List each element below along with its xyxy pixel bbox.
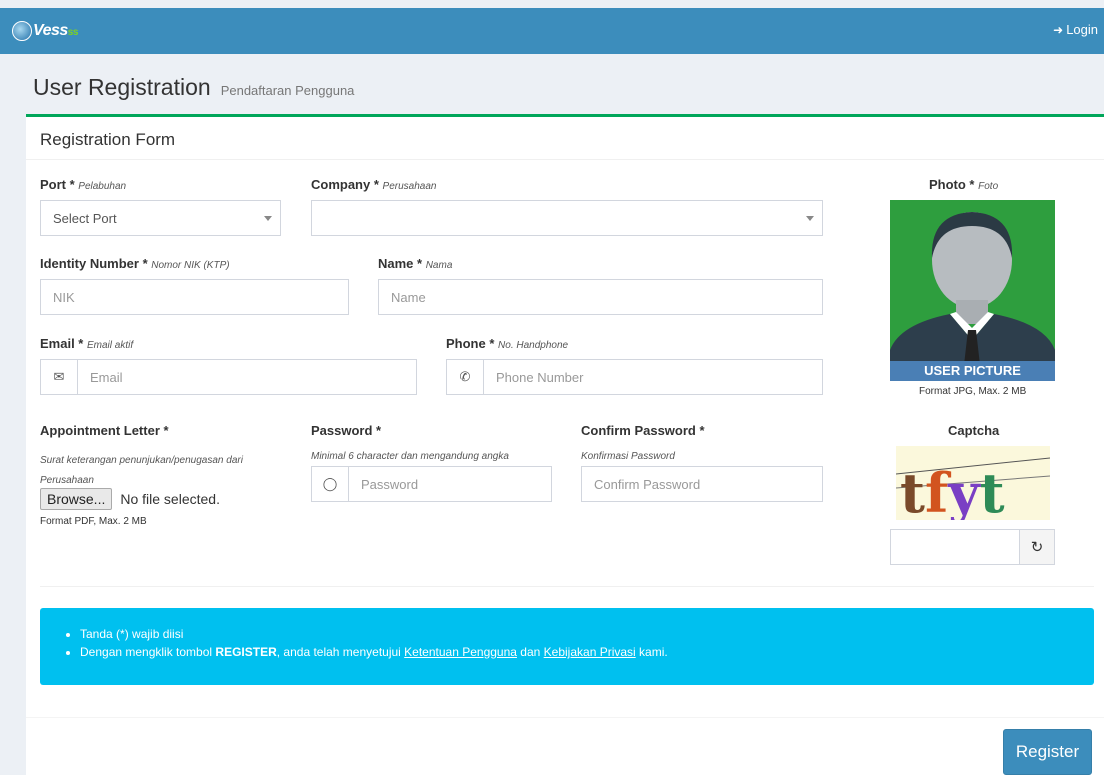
info-terms-note: Dengan mengklik tombol REGISTER, anda te… <box>80 645 1094 659</box>
page-header: User Registration Pendaftaran Pengguna <box>33 74 354 101</box>
svg-text:tfyt: tfyt <box>900 461 1005 520</box>
refresh-icon[interactable]: ↻ <box>1019 529 1055 565</box>
captcha-graphic: tfyt <box>896 457 1050 520</box>
chevron-down-icon <box>264 216 272 221</box>
password-label: Password * <box>311 423 382 438</box>
confirm-password-placeholder: Confirm Password <box>594 476 701 492</box>
password-placeholder: Password <box>361 476 419 492</box>
page-subtitle: Pendaftaran Pengguna <box>220 83 355 98</box>
privacy-link[interactable]: Kebijakan Privasi <box>544 645 636 659</box>
email-placeholder: Email <box>90 369 123 385</box>
top-navbar: Vessss ➜ Login <box>0 8 1104 54</box>
password-description: Minimal 6 character dan mengandung angka <box>311 451 509 462</box>
file-status: No file selected. <box>120 491 220 507</box>
register-button[interactable]: Register <box>1003 729 1092 775</box>
chevron-down-icon <box>806 216 814 221</box>
login-label: Login <box>1066 22 1098 37</box>
port-label: Port * Pelabuhan <box>40 177 127 192</box>
phone-input[interactable]: ✆ Phone Number <box>446 359 823 395</box>
confirm-password-input[interactable]: Confirm Password <box>581 466 823 502</box>
user-photo-upload[interactable]: USER PICTURE <box>890 200 1055 381</box>
info-required-note: Tanda (*) wajib diisi <box>80 627 1094 641</box>
company-select[interactable] <box>311 200 823 236</box>
login-link[interactable]: ➜ Login <box>1053 22 1098 37</box>
envelope-icon: ✉ <box>41 360 78 394</box>
user-picture-caption: USER PICTURE <box>890 361 1055 381</box>
confirm-password-label: Confirm Password * <box>581 423 705 438</box>
box-title: Registration Form <box>26 117 1104 160</box>
identity-label: Identity Number * Nomor NIK (KTP) <box>40 256 230 271</box>
captcha-image: tfyt <box>896 446 1050 520</box>
app-logo[interactable]: Vessss <box>12 18 78 44</box>
password-input[interactable]: ◯ Password <box>311 466 552 502</box>
name-input[interactable]: Name <box>378 279 823 315</box>
page-title: User Registration <box>33 74 211 100</box>
appointment-format-hint: Format PDF, Max. 2 MB <box>40 516 147 527</box>
info-callout: Tanda (*) wajib diisi Dengan mengklik to… <box>40 608 1094 685</box>
name-label: Name * Nama <box>378 256 453 271</box>
captcha-label: Captcha <box>948 423 1000 438</box>
photo-format-hint: Format JPG, Max. 2 MB <box>919 386 1027 397</box>
confirm-password-description: Konfirmasi Password <box>581 451 675 462</box>
appointment-letter-description: Surat keterangan penunjukan/penugasan da… <box>40 455 243 486</box>
browse-button[interactable]: Browse... <box>40 488 113 510</box>
captcha-char-4: t <box>980 461 1005 520</box>
form-divider <box>40 586 1094 587</box>
phone-icon: ✆ <box>447 360 484 394</box>
captcha-input[interactable] <box>890 529 1020 565</box>
name-placeholder: Name <box>391 289 426 305</box>
phone-label: Phone * No. Handphone <box>446 336 569 351</box>
company-label: Company * Perusahaan <box>311 177 437 192</box>
sign-in-icon: ➜ <box>1053 22 1064 37</box>
identity-placeholder: NIK <box>53 289 75 305</box>
terms-link[interactable]: Ketentuan Pengguna <box>404 645 517 659</box>
file-upload: Browse... No file selected. <box>40 488 220 510</box>
eye-slash-icon[interactable]: ◯ <box>312 467 349 501</box>
port-select-value: Select Port <box>53 210 117 226</box>
appointment-letter-label: Appointment Letter * <box>40 423 169 438</box>
identity-number-input[interactable]: NIK <box>40 279 349 315</box>
logo-text: Vessss <box>33 22 78 39</box>
user-avatar-icon <box>890 212 1055 381</box>
phone-placeholder: Phone Number <box>496 369 584 385</box>
email-input[interactable]: ✉ Email <box>40 359 417 395</box>
port-select[interactable]: Select Port <box>40 200 281 236</box>
photo-label: Photo * Foto <box>929 177 999 192</box>
captcha-char-3: y <box>947 461 981 520</box>
footer-divider <box>26 717 1104 718</box>
captcha-char-1: t <box>900 461 925 520</box>
email-label: Email * Email aktif <box>40 336 134 351</box>
globe-logo-icon <box>12 21 32 41</box>
